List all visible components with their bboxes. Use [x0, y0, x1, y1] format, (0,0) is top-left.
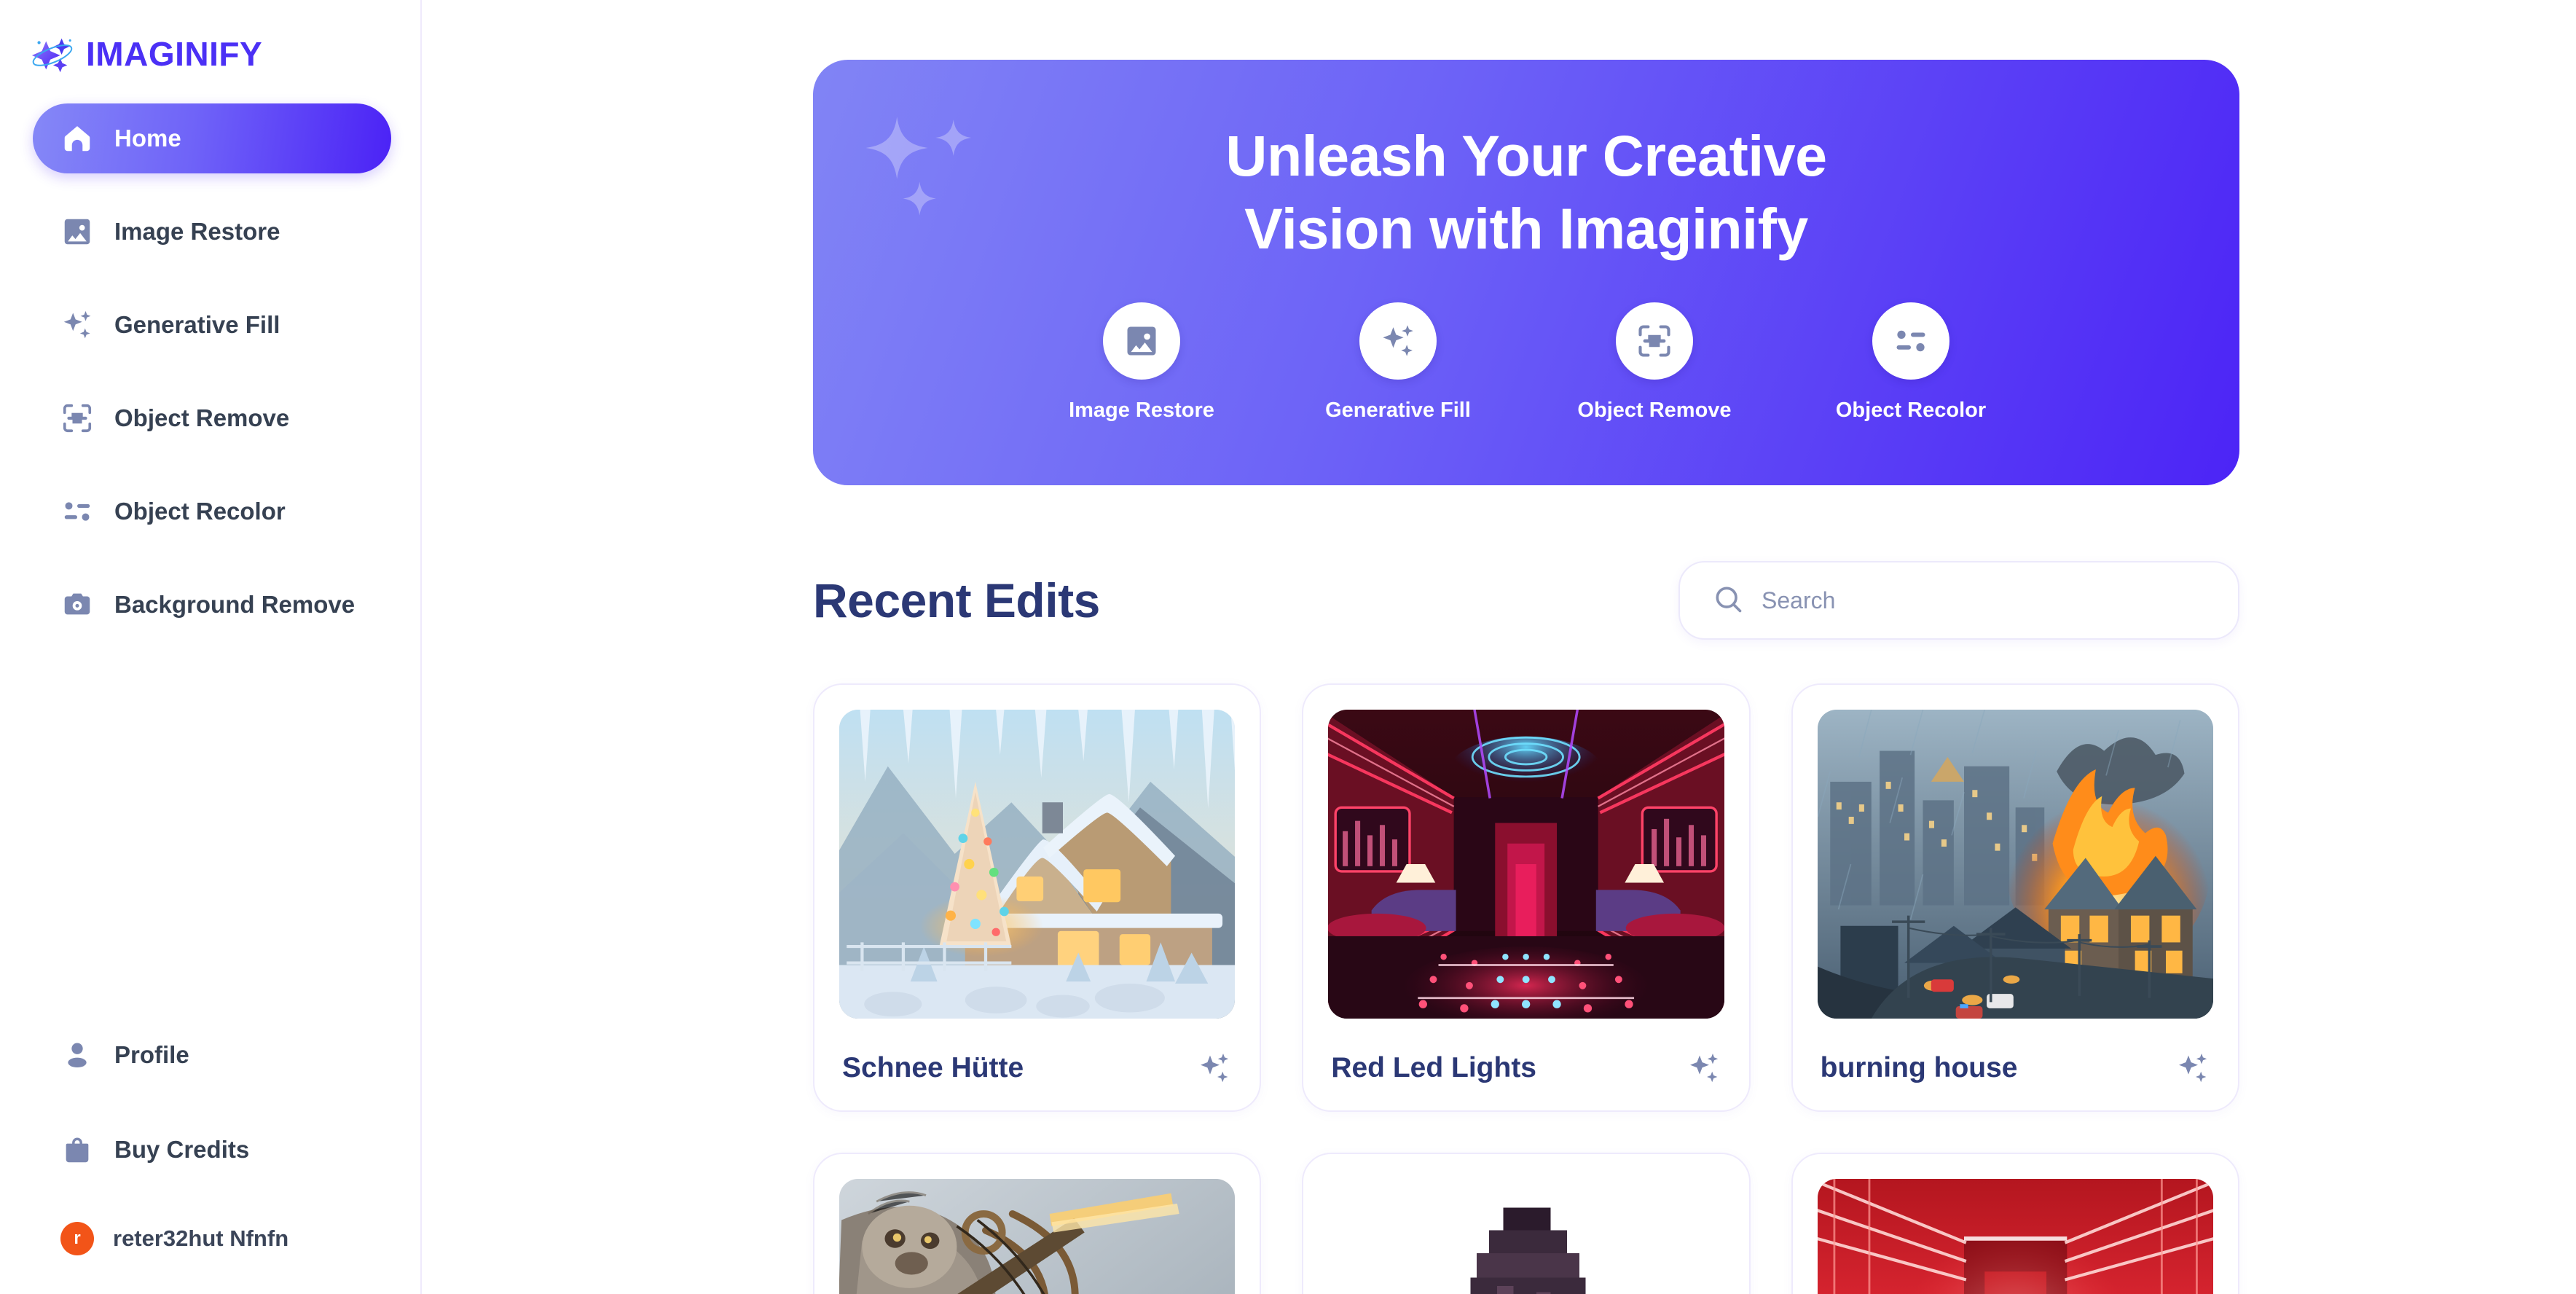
- hero-action-object-recolor[interactable]: Object Recolor: [1783, 302, 2039, 423]
- brand-logo[interactable]: IMAGINIFY: [0, 0, 420, 80]
- hero-action-list: Image Restore Generative Fill Object Rem…: [1013, 302, 2039, 423]
- hero-title-line-2: Vision with Imaginify: [1244, 195, 1808, 261]
- sparkles-logo-icon: [29, 31, 74, 77]
- hero-action-label: Object Recolor: [1835, 399, 1987, 423]
- image-icon: [60, 215, 94, 248]
- card-title: Schnee Hütte: [842, 1052, 1024, 1083]
- hero-action-image-restore[interactable]: Image Restore: [1013, 302, 1270, 423]
- image-card[interactable]: burning house: [1791, 683, 2239, 1112]
- page-title: Unleash Your Creative Vision with Imagin…: [1225, 119, 1827, 264]
- sidebar-user[interactable]: r reter32hut Nfnfn: [33, 1209, 391, 1268]
- card-thumbnail: [1328, 1179, 1724, 1294]
- scan-icon: [1616, 302, 1693, 380]
- card-thumbnail: [1817, 710, 2213, 1019]
- avatar: r: [60, 1222, 94, 1255]
- card-title: burning house: [1820, 1052, 2018, 1083]
- brand-name: IMAGINIFY: [86, 35, 263, 73]
- sidebar-nav-primary: Home Image Restore Generative Fill Objec…: [0, 103, 420, 663]
- sidebar-item-label: Home: [114, 125, 181, 152]
- app-root: IMAGINIFY Home Image Restore Generative: [0, 0, 2576, 1294]
- sparkles-icon: [1686, 1051, 1721, 1086]
- decorative-sparkles-icon: [835, 80, 1061, 248]
- sparkles-icon: [1197, 1051, 1232, 1086]
- user-name: reter32hut Nfnfn: [113, 1226, 289, 1251]
- image-card[interactable]: [1791, 1153, 2239, 1294]
- card-footer: Schnee Hütte: [839, 1051, 1235, 1086]
- image-card[interactable]: Schnee Hütte: [813, 683, 1262, 1112]
- sidebar-item-background-remove[interactable]: Background Remove: [33, 570, 391, 640]
- sidebar: IMAGINIFY Home Image Restore Generative: [0, 0, 422, 1294]
- sidebar-item-label: Profile: [114, 1041, 189, 1068]
- camera-icon: [60, 588, 94, 621]
- sidebar-item-object-remove[interactable]: Object Remove: [33, 383, 391, 453]
- sidebar-item-label: Image Restore: [114, 218, 280, 245]
- image-card[interactable]: Red Led Lights: [1302, 683, 1751, 1112]
- sidebar-item-buy-credits[interactable]: Buy Credits: [33, 1115, 391, 1185]
- hero-action-object-remove[interactable]: Object Remove: [1526, 302, 1783, 423]
- sidebar-item-label: Generative Fill: [114, 311, 280, 338]
- sidebar-item-label: Background Remove: [114, 591, 356, 618]
- hero-action-label: Image Restore: [1069, 399, 1214, 423]
- sidebar-item-profile[interactable]: Profile: [33, 1020, 391, 1090]
- image-card[interactable]: [1302, 1153, 1751, 1294]
- card-footer: Red Led Lights: [1328, 1051, 1724, 1086]
- section-title: Recent Edits: [813, 573, 1100, 627]
- sliders-icon: [60, 495, 94, 528]
- sidebar-item-image-restore[interactable]: Image Restore: [33, 197, 391, 267]
- home-icon: [60, 122, 94, 155]
- sidebar-nav-secondary: Profile Buy Credits r reter32hut Nfnfn: [0, 1020, 420, 1294]
- recent-edits-header: Recent Edits: [813, 561, 2239, 640]
- user-icon: [60, 1038, 94, 1072]
- hero-action-generative-fill[interactable]: Generative Fill: [1270, 302, 1526, 423]
- recent-edits-grid: Schnee Hütte Red Led Lights burning hous…: [813, 683, 2239, 1294]
- search-box[interactable]: [1678, 561, 2239, 640]
- sliders-icon: [1872, 302, 1949, 380]
- card-thumbnail: [839, 1179, 1236, 1294]
- scan-icon: [60, 401, 94, 435]
- hero-action-label: Generative Fill: [1325, 399, 1471, 423]
- sparkles-icon: [2175, 1051, 2210, 1086]
- card-title: Red Led Lights: [1331, 1052, 1536, 1083]
- card-thumbnail: [1328, 710, 1724, 1019]
- search-input[interactable]: [1762, 587, 2206, 614]
- hero-action-label: Object Remove: [1577, 399, 1732, 423]
- image-card[interactable]: [813, 1153, 1262, 1294]
- image-icon: [1103, 302, 1180, 380]
- card-thumbnail: [1817, 1179, 2213, 1294]
- sidebar-item-home[interactable]: Home: [33, 103, 391, 173]
- sidebar-item-object-recolor[interactable]: Object Recolor: [33, 477, 391, 546]
- hero-banner: Unleash Your Creative Vision with Imagin…: [813, 60, 2239, 485]
- sparkles-icon: [1359, 302, 1437, 380]
- sparkles-icon: [60, 308, 94, 342]
- hero-title-line-1: Unleash Your Creative: [1225, 123, 1827, 188]
- main-content: Unleash Your Creative Vision with Imagin…: [422, 0, 2576, 1294]
- card-footer: burning house: [1818, 1051, 2213, 1086]
- sidebar-item-generative-fill[interactable]: Generative Fill: [33, 290, 391, 360]
- sidebar-item-label: Buy Credits: [114, 1136, 250, 1163]
- bag-icon: [60, 1133, 94, 1166]
- search-icon: [1712, 583, 1744, 619]
- sidebar-item-label: Object Recolor: [114, 498, 286, 525]
- sidebar-item-label: Object Remove: [114, 404, 290, 431]
- card-thumbnail: [839, 710, 1236, 1019]
